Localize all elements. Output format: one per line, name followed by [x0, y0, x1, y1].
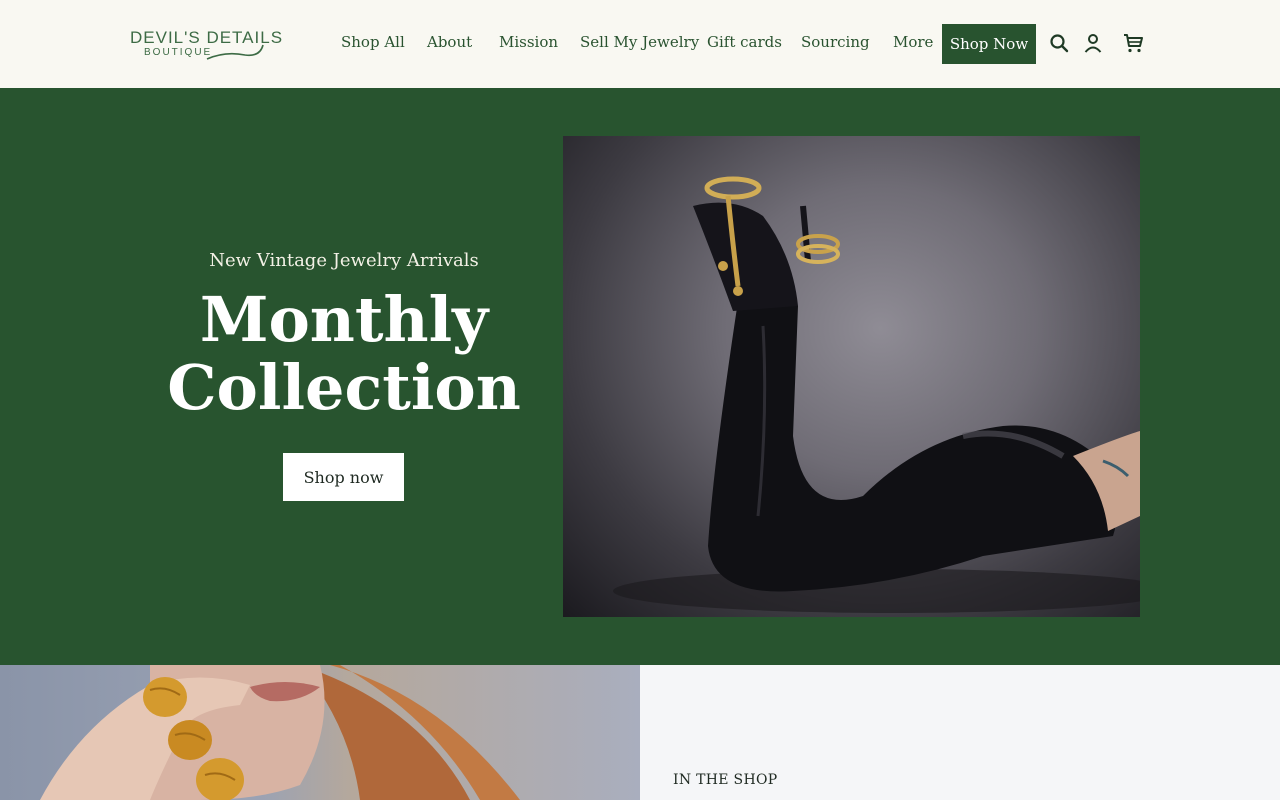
hero-title-line-2: Collection: [167, 351, 521, 424]
nav-more[interactable]: More: [893, 33, 933, 51]
shop-now-button[interactable]: Shop Now: [942, 24, 1036, 64]
brand-subtitle: BOUTIQUE: [144, 47, 213, 58]
hero-section: New Vintage Jewelry Arrivals Monthly Col…: [0, 88, 1280, 665]
featured-photo-illustration: [40, 665, 520, 800]
site-header: DEVIL'S DETAILS BOUTIQUE Shop All About …: [0, 0, 1280, 88]
hero-photo-illustration: [613, 176, 1140, 613]
hero-image: [563, 136, 1140, 617]
logo-swoosh-icon: [206, 44, 264, 60]
in-the-shop-label: IN THE SHOP: [673, 772, 778, 788]
featured-image: [0, 665, 640, 800]
nav-about[interactable]: About: [427, 33, 472, 51]
account-icon[interactable]: [1081, 31, 1105, 55]
nav-sell-my-jewelry[interactable]: Sell My Jewelry: [580, 33, 699, 51]
search-icon[interactable]: [1047, 31, 1071, 55]
hero-title-line-1: Monthly: [199, 283, 489, 356]
nav-sourcing[interactable]: Sourcing: [801, 33, 870, 51]
brand-logo[interactable]: DEVIL'S DETAILS BOUTIQUE: [130, 28, 282, 62]
hero-eyebrow: New Vintage Jewelry Arrivals: [209, 250, 479, 271]
hero-shop-now-button[interactable]: Shop now: [283, 453, 404, 501]
featured-text-panel: IN THE SHOP: [640, 665, 1280, 800]
hero-title: Monthly Collection: [144, 286, 544, 422]
nav-shop-all[interactable]: Shop All: [341, 33, 405, 51]
nav-gift-cards[interactable]: Gift cards: [707, 33, 782, 51]
cart-icon[interactable]: [1121, 31, 1145, 55]
nav-mission[interactable]: Mission: [499, 33, 558, 51]
